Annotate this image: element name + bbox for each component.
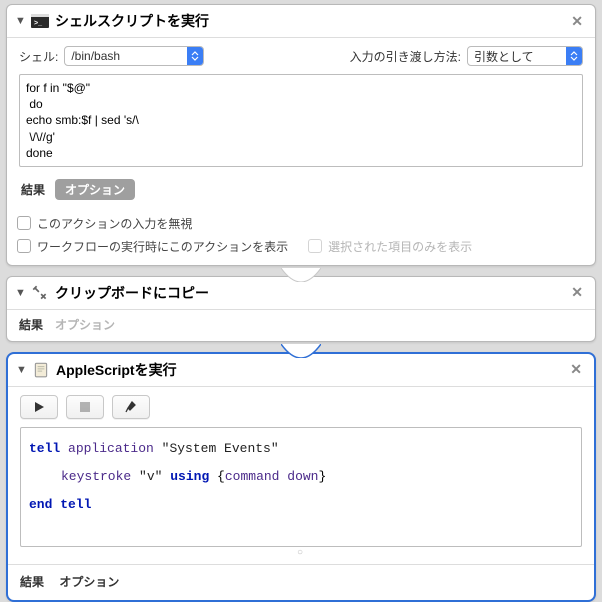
checkbox-ignore-input-label: このアクションの入力を無視 — [37, 215, 192, 232]
chevron-updown-icon — [187, 47, 203, 65]
checkbox-ignore-input-row: このアクションの入力を無視 — [7, 212, 595, 235]
compile-button[interactable] — [112, 395, 150, 419]
stop-button[interactable] — [66, 395, 104, 419]
tab-options[interactable]: オプション — [55, 316, 115, 333]
tab-results[interactable]: 結果 — [19, 316, 43, 333]
brace-close: } — [318, 469, 326, 484]
action-title: クリップボードにコピー — [55, 283, 209, 303]
tabs-row: 結果 オプション — [8, 564, 594, 600]
checkbox-show-action-label: ワークフローの実行時にこのアクションを表示 — [37, 238, 288, 255]
action-copy-clipboard: ▼ クリップボードにコピー ✕ 結果 オプション — [6, 276, 596, 342]
brace-open: { — [209, 469, 225, 484]
disclosure-triangle-icon[interactable]: ▼ — [15, 15, 27, 27]
str-v: "v" — [131, 469, 170, 484]
applescript-textarea[interactable]: tell application "System Events" keystro… — [20, 427, 582, 547]
connector-icon — [6, 268, 596, 282]
clipboard-tools-icon — [31, 285, 49, 301]
action-shell-script: ▼ >_ シェルスクリプトを実行 ✕ シェル: /bin/bash 入力の引き渡… — [6, 4, 596, 266]
play-icon — [33, 401, 45, 413]
action-applescript: ▼ AppleScriptを実行 ✕ tell application "Sys… — [6, 352, 596, 602]
tabs-row: 結果 オプション — [7, 310, 595, 341]
stop-icon — [79, 401, 91, 413]
tab-results[interactable]: 結果 — [21, 181, 45, 198]
tab-results[interactable]: 結果 — [20, 575, 44, 589]
tab-options[interactable]: オプション — [55, 179, 135, 200]
chevron-updown-icon — [566, 47, 582, 65]
shell-label: シェル: — [19, 48, 58, 65]
hammer-icon — [124, 400, 138, 414]
script-toolbar — [20, 395, 582, 427]
input-method-value: 引数として — [474, 48, 560, 65]
close-icon[interactable]: ✕ — [567, 13, 587, 30]
mod-command-down: command down — [225, 469, 319, 484]
disclosure-triangle-icon[interactable]: ▼ — [15, 287, 27, 299]
action-title: AppleScriptを実行 — [56, 360, 177, 380]
cmd-keystroke: keystroke — [61, 469, 131, 484]
checkbox-selected-only-label: 選択された項目のみを表示 — [328, 238, 472, 255]
shell-config-row: シェル: /bin/bash 入力の引き渡し方法: 引数として — [19, 46, 583, 66]
checkbox-show-action-row: ワークフローの実行時にこのアクションを表示 選択された項目のみを表示 — [7, 235, 595, 265]
run-button[interactable] — [20, 395, 58, 419]
tabs-row: 結果 オプション — [19, 173, 583, 208]
input-method-select[interactable]: 引数として — [467, 46, 583, 66]
checkbox-show-action[interactable] — [17, 239, 31, 253]
action-header[interactable]: ▼ AppleScriptを実行 ✕ — [8, 354, 594, 387]
action-header[interactable]: ▼ >_ シェルスクリプトを実行 ✕ — [7, 5, 595, 38]
connector-icon — [6, 344, 596, 358]
disclosure-triangle-icon[interactable]: ▼ — [16, 364, 28, 376]
shell-value: /bin/bash — [71, 49, 181, 63]
str-sysevents: "System Events" — [154, 441, 279, 456]
checkbox-ignore-input[interactable] — [17, 216, 31, 230]
kw-using: using — [170, 469, 209, 484]
shell-script-textarea[interactable]: for f in "$@" do echo smb:$f | sed 's/\ … — [19, 74, 583, 167]
resize-grip-icon[interactable]: ○ — [20, 547, 582, 560]
kw-end-tell: end tell — [29, 497, 91, 512]
terminal-icon: >_ — [31, 13, 49, 29]
checkbox-selected-only — [308, 239, 322, 253]
applescript-icon — [32, 362, 50, 378]
kw-tell: tell — [29, 441, 60, 456]
close-icon[interactable]: ✕ — [567, 284, 587, 301]
input-method-label: 入力の引き渡し方法: — [350, 48, 461, 65]
kw-application: application — [60, 441, 154, 456]
shell-select[interactable]: /bin/bash — [64, 46, 204, 66]
action-title: シェルスクリプトを実行 — [55, 11, 209, 31]
close-icon[interactable]: ✕ — [566, 361, 586, 378]
svg-text:>_: >_ — [34, 20, 42, 27]
tab-options[interactable]: オプション — [59, 575, 119, 589]
